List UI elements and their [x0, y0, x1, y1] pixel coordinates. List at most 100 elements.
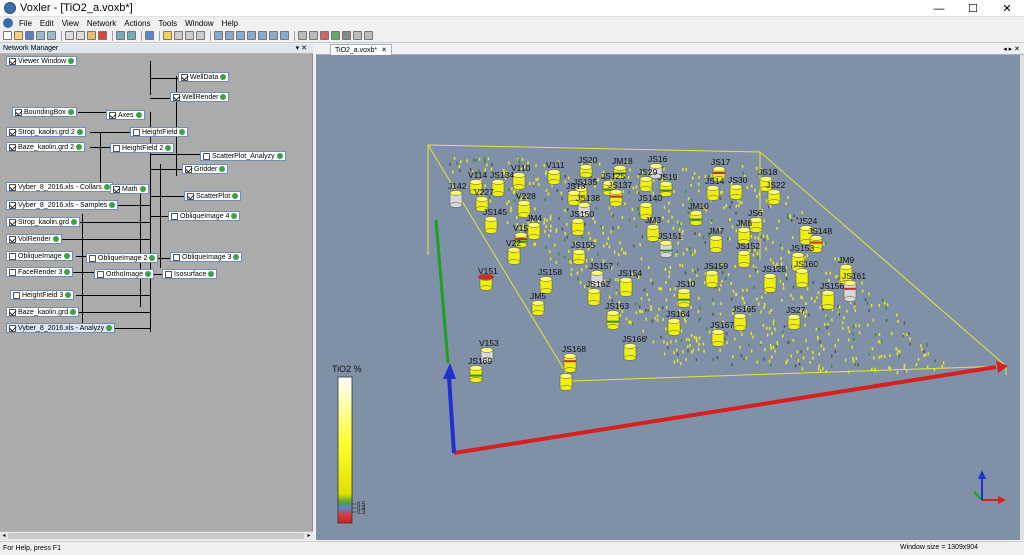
output-port-icon[interactable]: [68, 58, 75, 64]
output-port-icon[interactable]: [52, 236, 59, 242]
cut-icon[interactable]: [65, 31, 74, 40]
record-icon[interactable]: [320, 31, 329, 40]
panel-pin-close-icon[interactable]: ▾ ✕: [296, 44, 307, 52]
document-icon[interactable]: [3, 18, 13, 28]
node-obliqueimage4[interactable]: ObliqueImage 4: [168, 211, 241, 221]
camera-icon[interactable]: [298, 31, 307, 40]
output-port-icon[interactable]: [135, 112, 142, 118]
stereo-icon[interactable]: [353, 31, 362, 40]
output-port-icon[interactable]: [208, 271, 215, 277]
tab-document[interactable]: TiO2_a.voxb* ✕: [330, 44, 393, 55]
zoom-icon[interactable]: [196, 31, 205, 40]
node-viewer-window[interactable]: Viewer Window: [6, 56, 78, 66]
output-port-icon[interactable]: [67, 109, 74, 115]
copy-icon[interactable]: [76, 31, 85, 40]
network-horizontal-scrollbar[interactable]: ◂ ▸: [0, 531, 313, 540]
scroll-left-icon[interactable]: ◂: [0, 532, 8, 540]
node-visibility-checkbox[interactable]: [9, 128, 16, 136]
output-port-icon[interactable]: [65, 292, 72, 298]
menu-actions[interactable]: Actions: [120, 19, 154, 28]
import-icon[interactable]: [36, 31, 45, 40]
export-icon[interactable]: [47, 31, 56, 40]
output-port-icon[interactable]: [144, 271, 151, 277]
delete-icon[interactable]: [98, 31, 107, 40]
output-port-icon[interactable]: [139, 186, 146, 192]
menu-help[interactable]: Help: [218, 19, 242, 28]
view-back-icon[interactable]: [225, 31, 234, 40]
open-icon[interactable]: [14, 31, 23, 40]
node-visibility-checkbox[interactable]: [13, 291, 20, 299]
node-obliqueimage2[interactable]: ObliqueImage 2: [86, 253, 159, 263]
output-port-icon[interactable]: [103, 184, 110, 190]
node-obliqueimage3[interactable]: ObliqueImage 3: [170, 252, 243, 262]
menu-view[interactable]: View: [58, 19, 83, 28]
menu-window[interactable]: Window: [181, 19, 217, 28]
scroll-right-icon[interactable]: ▸: [305, 532, 313, 540]
paste-icon[interactable]: [87, 31, 96, 40]
output-port-icon[interactable]: [219, 166, 226, 172]
stop-icon[interactable]: [342, 31, 351, 40]
new-icon[interactable]: [3, 31, 12, 40]
node-facerender3[interactable]: FaceRender 3: [6, 267, 74, 277]
output-port-icon[interactable]: [109, 202, 116, 208]
connect-icon[interactable]: [163, 31, 172, 40]
menu-network[interactable]: Network: [83, 19, 120, 28]
node-visibility-checkbox[interactable]: [89, 254, 96, 262]
node-visibility-checkbox[interactable]: [113, 144, 120, 152]
output-port-icon[interactable]: [231, 213, 238, 219]
3d-scene[interactable]: V110 V111 JS20 JM18 JS16 JS17JS18V114 JS134JS1…: [316, 55, 1021, 540]
node-baze-grd2[interactable]: Baze_kaolin.grd 2: [6, 142, 86, 152]
node-visibility-checkbox[interactable]: [173, 253, 180, 261]
node-baze-grd[interactable]: Baze_kaolin.grd: [6, 307, 80, 317]
node-visibility-checkbox[interactable]: [9, 183, 16, 191]
view-right-icon[interactable]: [269, 31, 278, 40]
node-visibility-checkbox[interactable]: [173, 93, 180, 101]
output-port-icon[interactable]: [106, 325, 113, 331]
node-visibility-checkbox[interactable]: [113, 185, 120, 193]
output-port-icon[interactable]: [165, 145, 172, 151]
help-icon[interactable]: [145, 31, 154, 40]
node-axes[interactable]: Axes: [106, 110, 145, 120]
play-icon[interactable]: [331, 31, 340, 40]
view-iso-icon[interactable]: [280, 31, 289, 40]
node-visibility-checkbox[interactable]: [165, 270, 172, 278]
node-boundingbox[interactable]: BoundingBox: [12, 107, 77, 117]
undo-icon[interactable]: [116, 31, 125, 40]
fit-icon[interactable]: [364, 31, 373, 40]
node-wellrender[interactable]: WellRender: [170, 92, 230, 102]
minimize-button[interactable]: —: [922, 0, 956, 17]
view-bottom-icon[interactable]: [247, 31, 256, 40]
output-port-icon[interactable]: [179, 129, 186, 135]
node-visibility-checkbox[interactable]: [203, 152, 210, 160]
output-port-icon[interactable]: [232, 193, 239, 199]
output-port-icon[interactable]: [70, 219, 77, 225]
node-visibility-checkbox[interactable]: [9, 235, 16, 243]
menu-file[interactable]: File: [15, 19, 36, 28]
redo-icon[interactable]: [127, 31, 136, 40]
node-visibility-checkbox[interactable]: [9, 268, 16, 276]
output-port-icon[interactable]: [220, 74, 227, 80]
view-front-icon[interactable]: [214, 31, 223, 40]
tab-close-icon[interactable]: ✕: [381, 46, 387, 54]
node-visibility-checkbox[interactable]: [187, 192, 194, 200]
node-volrender[interactable]: VolRender: [6, 234, 62, 244]
viewer-vertical-scrollbar[interactable]: [1020, 55, 1024, 540]
node-visibility-checkbox[interactable]: [185, 165, 192, 173]
node-visibility-checkbox[interactable]: [97, 270, 104, 278]
output-port-icon[interactable]: [63, 253, 70, 259]
node-strop-grd2[interactable]: Strop_kaolin.grd 2: [6, 127, 86, 137]
output-port-icon[interactable]: [149, 255, 156, 261]
pan-icon[interactable]: [185, 31, 194, 40]
output-port-icon[interactable]: [76, 144, 83, 150]
node-visibility-checkbox[interactable]: [9, 252, 16, 260]
node-vyber-collars[interactable]: Vyber_8_2016.xls - Collars: [6, 182, 113, 192]
menu-edit[interactable]: Edit: [36, 19, 58, 28]
scrollbar-thumb[interactable]: [8, 533, 304, 539]
output-port-icon[interactable]: [64, 269, 71, 275]
node-obliqueimage[interactable]: ObliqueImage: [6, 251, 73, 261]
node-visibility-checkbox[interactable]: [15, 108, 22, 116]
node-visibility-checkbox[interactable]: [181, 73, 188, 81]
node-visibility-checkbox[interactable]: [9, 324, 16, 332]
node-scatterplot[interactable]: ScatterPlot: [184, 191, 242, 201]
view-left-icon[interactable]: [258, 31, 267, 40]
